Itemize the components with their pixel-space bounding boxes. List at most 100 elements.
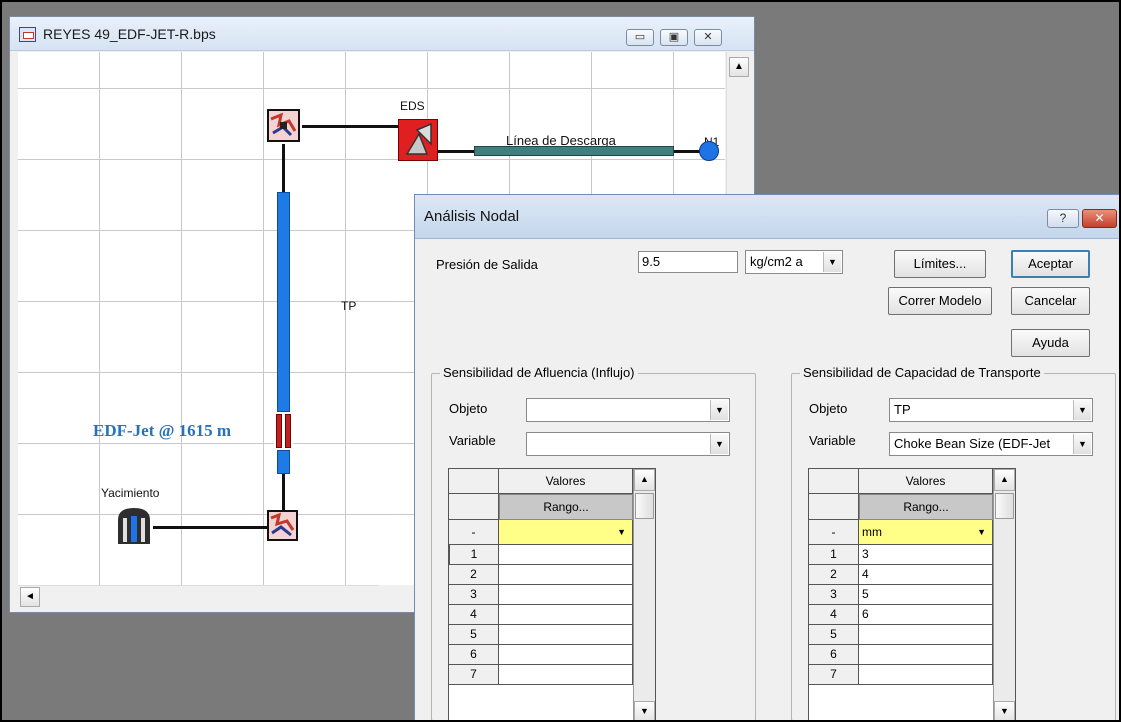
chevron-down-icon: ▼	[977, 527, 986, 537]
cancel-button[interactable]: Cancelar	[1011, 287, 1090, 315]
chevron-down-icon: ▼	[1073, 434, 1091, 454]
range-button[interactable]: Rango...	[859, 494, 993, 520]
vertical-scrollbar[interactable]: ▲	[726, 52, 750, 197]
grid-scrollbar[interactable]: ▲ ▼	[993, 469, 1015, 720]
grid-row-header	[449, 494, 499, 520]
dialog-title-bar[interactable]: Análisis Nodal ? ✕	[415, 195, 1119, 239]
scroll-thumb[interactable]	[995, 493, 1014, 519]
inflow-values-grid[interactable]: Valores Rango... - ▼ 1 2 3 4 5 6 7 ▲ ▼	[448, 468, 656, 720]
value-cell[interactable]: 3	[859, 545, 993, 565]
inflow-group-title: Sensibilidad de Afluencia (Influjo)	[440, 365, 638, 380]
model-file-icon	[19, 27, 36, 42]
unit-select[interactable]: mm ▼	[859, 520, 993, 545]
n1-node-icon[interactable]	[699, 141, 719, 161]
grid-scrollbar[interactable]: ▲ ▼	[633, 469, 655, 720]
value-cell[interactable]	[499, 645, 633, 665]
tubing-pipe-lower[interactable]	[277, 450, 290, 474]
screen-frame: REYES 49_EDF-JET-R.bps ▭ ▣ ✕ EDS Línea d…	[0, 0, 1121, 722]
value-cell[interactable]	[499, 605, 633, 625]
value-cell[interactable]	[499, 585, 633, 605]
connector-line	[282, 474, 285, 510]
row-number: 2	[449, 565, 499, 585]
wellhead-symbol	[269, 111, 298, 140]
value-cell[interactable]	[499, 665, 633, 685]
inflow-variable-label: Variable	[449, 433, 496, 448]
minimize-button[interactable]: ▭	[626, 29, 654, 46]
row-number: 7	[809, 665, 859, 685]
scroll-down-button[interactable]: ▼	[634, 701, 655, 720]
accept-button[interactable]: Aceptar	[1011, 250, 1090, 278]
pressure-unit-value: kg/cm2 a	[750, 254, 803, 269]
value-cell[interactable]	[859, 645, 993, 665]
scroll-down-button[interactable]: ▼	[994, 701, 1015, 720]
discharge-line-pipe[interactable]	[474, 146, 674, 156]
row-number: 6	[449, 645, 499, 665]
outlet-pressure-label: Presión de Salida	[436, 257, 538, 272]
value-cell[interactable]	[859, 625, 993, 645]
connector-line	[282, 144, 285, 192]
chevron-down-icon: ▼	[1073, 400, 1091, 420]
dialog-close-button[interactable]: ✕	[1082, 209, 1117, 228]
row-number: 5	[449, 625, 499, 645]
bottom-node-icon[interactable]	[267, 510, 298, 541]
chevron-down-icon: ▼	[823, 252, 841, 272]
row-number: 4	[449, 605, 499, 625]
value-cell[interactable]	[499, 625, 633, 645]
inflow-object-select[interactable]: ▼	[526, 398, 730, 422]
transport-variable-select[interactable]: Choke Bean Size (EDF-Jet ▼	[889, 432, 1093, 456]
scroll-left-button[interactable]: ◄	[20, 587, 40, 607]
run-model-button[interactable]: Correr Modelo	[888, 287, 992, 315]
pressure-unit-select[interactable]: kg/cm2 a ▼	[745, 250, 843, 274]
value-cell[interactable]: 4	[859, 565, 993, 585]
transport-object-label: Objeto	[809, 401, 848, 416]
jet-pump-icon[interactable]	[274, 412, 293, 450]
transport-group-title: Sensibilidad de Capacidad de Transporte	[800, 365, 1044, 380]
value-cell[interactable]: 5	[859, 585, 993, 605]
separator-symbol	[405, 122, 432, 155]
connector-line	[153, 526, 267, 529]
unit-value: mm	[862, 525, 882, 539]
context-help-button[interactable]: ?	[1047, 209, 1079, 228]
row-number: 4	[809, 605, 859, 625]
values-column-header: Valores	[499, 469, 633, 494]
unit-select[interactable]: ▼	[499, 520, 633, 545]
help-button[interactable]: Ayuda	[1011, 329, 1090, 357]
scroll-up-button[interactable]: ▲	[994, 469, 1015, 491]
value-cell[interactable]	[499, 565, 633, 585]
value-cell[interactable]	[859, 665, 993, 685]
eds-separator-icon[interactable]	[398, 119, 438, 161]
reservoir-icon[interactable]	[115, 506, 153, 546]
value-cell[interactable]: 6	[859, 605, 993, 625]
eds-label: EDS	[400, 99, 425, 113]
inflow-sensitivity-group: Sensibilidad de Afluencia (Influjo) Obje…	[431, 365, 756, 720]
range-button[interactable]: Rango...	[499, 494, 633, 520]
scroll-thumb[interactable]	[635, 493, 654, 519]
row-number: 1	[449, 545, 499, 565]
transport-sensitivity-group: Sensibilidad de Capacidad de Transporte …	[791, 365, 1116, 720]
row-number: 1	[809, 545, 859, 565]
transport-values-grid[interactable]: Valores Rango... - mm ▼ 1 3 2 4 3 5 4 6 …	[808, 468, 1016, 720]
scroll-up-button[interactable]: ▲	[729, 57, 749, 77]
outlet-pressure-input[interactable]: 9.5	[638, 251, 738, 273]
horizontal-scrollbar[interactable]: ◄	[18, 585, 378, 607]
jet-pump-label: EDF-Jet @ 1615 m	[93, 421, 232, 440]
nodal-analysis-dialog: Análisis Nodal ? ✕ Presión de Salida 9.5…	[414, 194, 1119, 720]
diagram-title-bar[interactable]: REYES 49_EDF-JET-R.bps ▭ ▣ ✕	[10, 17, 754, 51]
inflow-variable-select[interactable]: ▼	[526, 432, 730, 456]
transport-object-select[interactable]: TP ▼	[889, 398, 1093, 422]
maximize-button[interactable]: ▣	[660, 29, 688, 46]
transport-variable-label: Variable	[809, 433, 856, 448]
tubing-pipe[interactable]	[277, 192, 290, 412]
value-cell[interactable]	[499, 545, 633, 565]
reservoir-label: Yacimiento	[101, 486, 160, 500]
grid-corner	[449, 469, 499, 494]
close-window-button[interactable]: ✕	[694, 29, 722, 46]
limits-button[interactable]: Límites...	[894, 250, 986, 278]
reservoir-symbol	[118, 508, 150, 544]
wellhead-node-icon[interactable]	[267, 109, 300, 142]
transport-variable-value: Choke Bean Size (EDF-Jet	[894, 436, 1051, 451]
unit-row-label: -	[809, 520, 859, 545]
scroll-up-button[interactable]: ▲	[634, 469, 655, 491]
transport-object-value: TP	[894, 402, 911, 417]
inflow-object-label: Objeto	[449, 401, 488, 416]
